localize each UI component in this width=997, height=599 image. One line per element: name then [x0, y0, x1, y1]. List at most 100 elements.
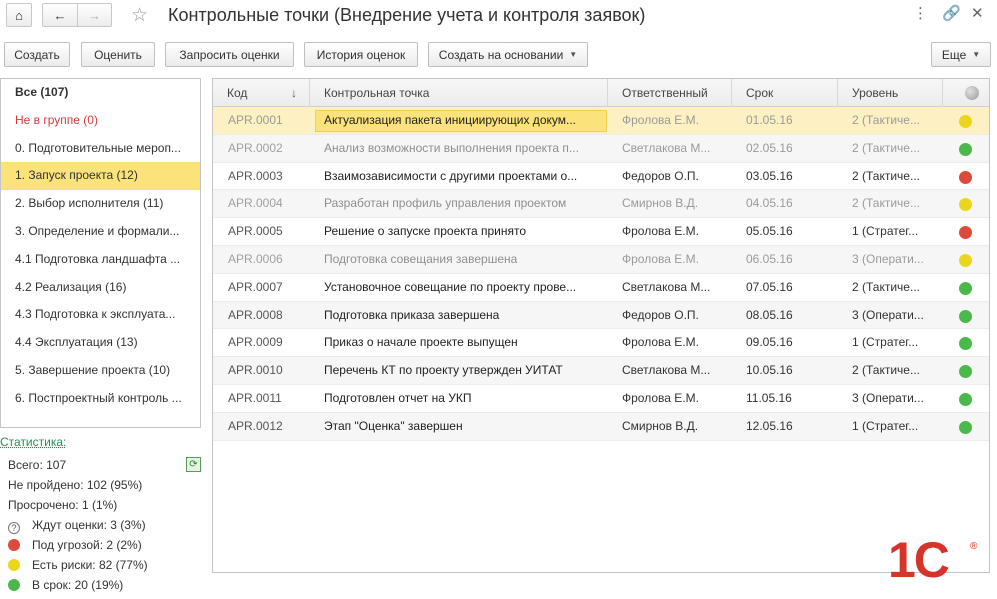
close-icon[interactable]: ✕ [971, 4, 984, 22]
table-row[interactable]: APR.0011 Подготовлен отчет на УКП Фролова … [213, 385, 989, 413]
group-item[interactable]: 4.2 Реализация (16) [1, 274, 200, 302]
cell-owner: Фролова Е.М. [622, 252, 699, 266]
group-item[interactable]: Не в группе (0) [1, 107, 200, 135]
cell-owner: Светлакова М... [622, 279, 711, 294]
cell-level: 1 (Стратег... [852, 335, 919, 350]
table-row[interactable]: APR.0012 Этап "Оценка" завершен Смирнов В.… [213, 412, 989, 441]
column-header-name[interactable]: Контрольная точка [310, 79, 608, 107]
column-header-owner[interactable]: Ответственный [608, 79, 732, 107]
stat-not-passed: Не пройдено: 102 (95%) [8, 478, 143, 492]
evaluate-button[interactable]: Оценить [81, 42, 155, 67]
statistics-panel: Статистика: ⟳ Всего: 107 Не пройдено: 10… [0, 432, 210, 597]
cell-checkpoint: Приказ о начале проекте выпущен [324, 335, 518, 350]
home-icon: ⌂ [15, 7, 23, 23]
column-header-due[interactable]: Срок [732, 79, 838, 107]
cell-level: 2 (Тактиче... [852, 168, 920, 183]
group-item[interactable]: 1. Запуск проекта (12) [1, 162, 200, 191]
table-row[interactable]: APR.0002 Анализ возможности выполнения пр… [213, 134, 989, 163]
cell-checkpoint: Актуализация пакета инициирующих докум..… [324, 113, 576, 127]
request-estimates-button[interactable]: Запросить оценки [165, 42, 294, 67]
refresh-icon[interactable]: ⟳ [186, 457, 201, 472]
cell-level: 2 (Тактиче... [852, 140, 920, 155]
cell-level: 3 (Операти... [852, 252, 924, 266]
cell-level: 2 (Тактиче... [852, 279, 920, 294]
cell-due: 09.05.16 [746, 335, 793, 350]
back-button[interactable]: ← [43, 4, 77, 26]
sort-down-icon: ↓ [291, 86, 297, 100]
column-header-code[interactable]: Код ↓ [213, 79, 310, 107]
table-row[interactable]: APR.0010 Перечень КТ по проекту утвержден… [213, 357, 989, 385]
table-row[interactable]: APR.0005 Решение о запуске проекта принят… [213, 218, 989, 246]
cell-level: 2 (Тактиче... [852, 196, 920, 211]
status-column-icon[interactable] [965, 86, 979, 100]
cell-checkpoint: Решение о запуске проекта принято [324, 224, 527, 239]
chevron-down-icon: ▼ [569, 50, 578, 59]
cell-due: 07.05.16 [746, 279, 793, 294]
cell-checkpoint: Установочное совещание по проекту прове.… [324, 279, 577, 294]
stat-awaiting-label: Ждут оценки: 3 (3%) [32, 518, 146, 532]
cell-owner: Светлакова М... [622, 140, 711, 155]
more-actions-button[interactable]: Еще ▼ [931, 42, 991, 67]
yellow-status-icon [959, 198, 972, 212]
red-status-icon [959, 170, 972, 184]
cell-level: 1 (Стратег... [852, 418, 919, 433]
group-item[interactable]: 6. Постпроектный контроль ... [1, 385, 200, 413]
column-header-code-label: Код [227, 86, 248, 100]
table-row[interactable]: APR.0001 Актуализация пакета инициирующих… [213, 107, 989, 135]
group-item[interactable]: 0. Подготовительные мероп... [1, 135, 200, 163]
group-item[interactable]: 5. Завершение проекта (10) [1, 357, 200, 385]
link-icon[interactable]: 🔗 [942, 4, 961, 22]
create-button[interactable]: Создать [4, 42, 70, 67]
cell-due: 08.05.16 [746, 307, 793, 322]
star-icon[interactable]: ☆ [131, 4, 148, 27]
arrow-left-icon: ← [53, 7, 67, 23]
group-item[interactable]: 2. Выбор исполнителя (11) [1, 190, 200, 218]
cell-owner: Фролова Е.М. [622, 224, 699, 239]
table-row[interactable]: APR.0006 Подготовка совещания завершена Фр… [213, 246, 989, 274]
checkpoints-table: Код ↓ Контрольная точка Ответственный Ср… [212, 78, 990, 573]
stat-awaiting: ? Ждут оценки: 3 (3%) [8, 518, 146, 534]
cell-due: 02.05.16 [746, 140, 793, 155]
cell-checkpoint: Разработан профиль управления проектом [324, 196, 567, 211]
cell-code: APR.0011 [228, 391, 282, 405]
table-row[interactable]: APR.0004 Разработан профиль управления пр… [213, 190, 989, 219]
create-based-on-button[interactable]: Создать на основании ▼ [428, 42, 588, 67]
table-row[interactable]: APR.0009 Приказ о начале проекте выпущен Ф… [213, 329, 989, 358]
group-list: Все (107) Не в группе (0) 0. Подготовитель… [0, 78, 201, 428]
nav-arrows: ← → [42, 3, 112, 27]
yellow-status-icon [8, 559, 20, 571]
page-title: Контрольные точки (Внедрение учета и кон… [168, 5, 646, 25]
group-item[interactable]: 4.3 Подготовка к эксплуата... [1, 301, 200, 329]
stat-total: Всего: 107 [8, 458, 67, 472]
arrow-right-icon: → [87, 7, 101, 23]
cell-code: APR.0002 [228, 140, 283, 155]
cell-due: 03.05.16 [746, 168, 793, 183]
cell-checkpoint: Этап "Оценка" завершен [324, 418, 463, 433]
cell-code: APR.0012 [228, 418, 283, 433]
group-item[interactable]: 3. Определение и формали... [1, 218, 200, 246]
table-row[interactable]: APR.0003 Взаимозависимости с другими прое… [213, 163, 989, 191]
table-header: Код ↓ Контрольная точка Ответственный Ср… [213, 79, 989, 107]
statistics-title[interactable]: Статистика: [0, 435, 66, 449]
more-icon[interactable]: ⋮ [913, 4, 928, 22]
table-row[interactable]: APR.0008 Подготовка приказа завершена Федо… [213, 301, 989, 330]
cell-due: 05.05.16 [746, 224, 793, 239]
group-item[interactable]: 4.4 Эксплуатация (13) [1, 329, 200, 357]
stat-risks-label: Есть риски: 82 (77%) [32, 558, 148, 572]
logo-text: 1С [888, 532, 950, 588]
cell-level: 3 (Операти... [852, 391, 924, 405]
table-row[interactable]: APR.0007 Установочное совещание по проект… [213, 274, 989, 302]
stat-overdue: Просрочено: 1 (1%) [8, 498, 118, 512]
group-item[interactable]: Все (107) [1, 79, 200, 107]
history-button[interactable]: История оценок [304, 42, 418, 67]
green-status-icon [959, 365, 972, 379]
home-button[interactable]: ⌂ [6, 3, 32, 27]
cell-code: APR.0001 [228, 113, 283, 127]
group-item[interactable]: 4.1 Подготовка ландшафта ... [1, 246, 200, 274]
cell-due: 12.05.16 [746, 418, 793, 433]
green-status-icon [959, 309, 972, 323]
cell-due: 06.05.16 [746, 252, 793, 266]
cell-code: APR.0009 [228, 335, 283, 350]
column-header-level[interactable]: Уровень [838, 79, 943, 107]
forward-button[interactable]: → [76, 4, 111, 26]
